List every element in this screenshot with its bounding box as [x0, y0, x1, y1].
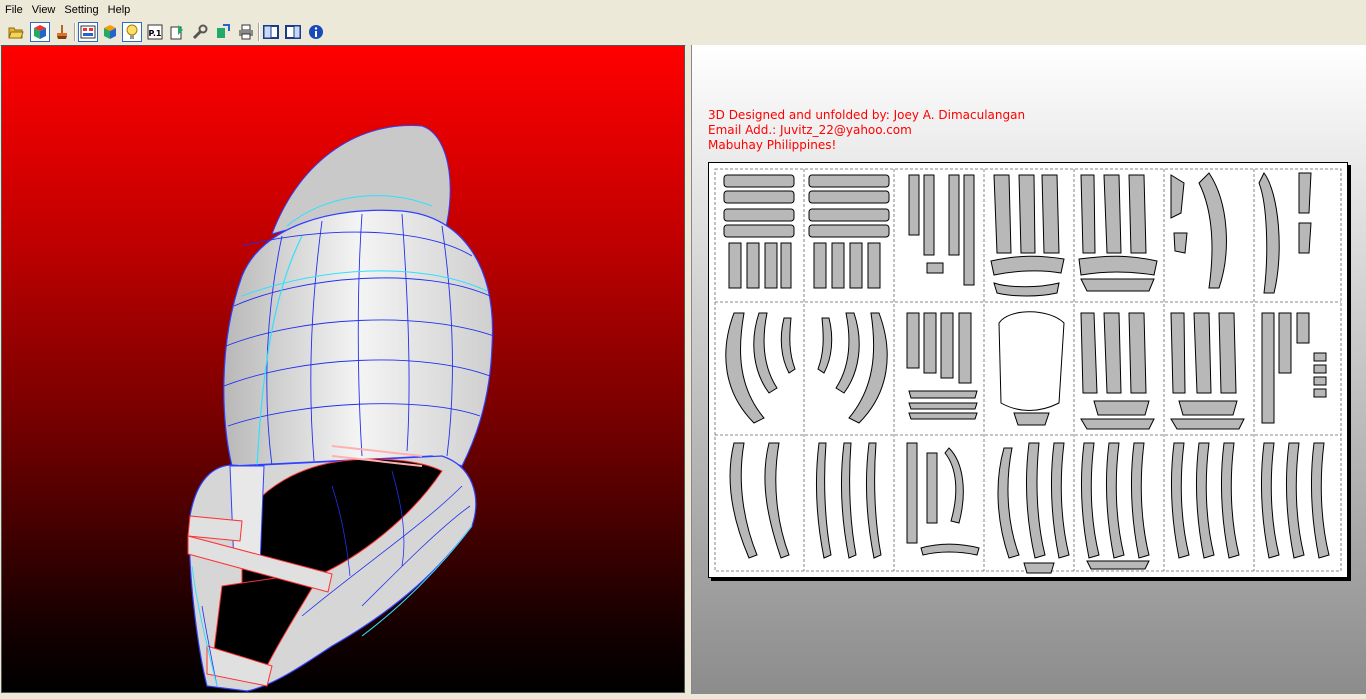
- 2d-unfold-pane[interactable]: 3D Designed and unfolded by: Joey A. Dim…: [691, 45, 1366, 694]
- menu-view[interactable]: View: [27, 4, 60, 16]
- colored-cube-icon[interactable]: [100, 22, 120, 42]
- credits-country: Mabuhay Philippines!: [708, 138, 837, 152]
- single-view-icon[interactable]: [261, 22, 281, 42]
- dual-view-icon[interactable]: [283, 22, 303, 42]
- info-icon[interactable]: [306, 22, 326, 42]
- menu-setting[interactable]: Setting: [59, 4, 102, 16]
- credits-designer: 3D Designed and unfolded by: Joey A. Dim…: [708, 108, 1026, 122]
- credits-email: Email Add.: Juvitz_22@yahoo.com: [708, 123, 912, 137]
- svg-text:P.1: P.1: [149, 29, 162, 38]
- credits-text: 3D Designed and unfolded by: Joey A. Dim…: [708, 108, 1025, 153]
- unfold-icon[interactable]: [78, 22, 98, 42]
- unfolded-parts: [714, 168, 1342, 574]
- pattern-sheet: [708, 162, 1348, 578]
- edit-page-icon[interactable]: [167, 22, 187, 42]
- open-folder-icon[interactable]: [6, 22, 26, 42]
- wrench-icon[interactable]: [190, 22, 210, 42]
- helmet-3d-model: [187, 125, 495, 692]
- 3d-view-pane[interactable]: [1, 45, 685, 693]
- toolbar: P.1: [0, 19, 1366, 46]
- menu-file[interactable]: File: [0, 4, 27, 16]
- export-icon[interactable]: [213, 22, 233, 42]
- lightbulb-icon[interactable]: [122, 22, 142, 42]
- print-icon[interactable]: [236, 22, 256, 42]
- menu-help[interactable]: Help: [103, 4, 135, 16]
- brush-icon[interactable]: [52, 22, 72, 42]
- menu-bar: File View Setting Help: [0, 0, 1366, 19]
- page-number-icon[interactable]: P.1: [145, 22, 165, 42]
- 3d-cube-icon[interactable]: [30, 22, 50, 42]
